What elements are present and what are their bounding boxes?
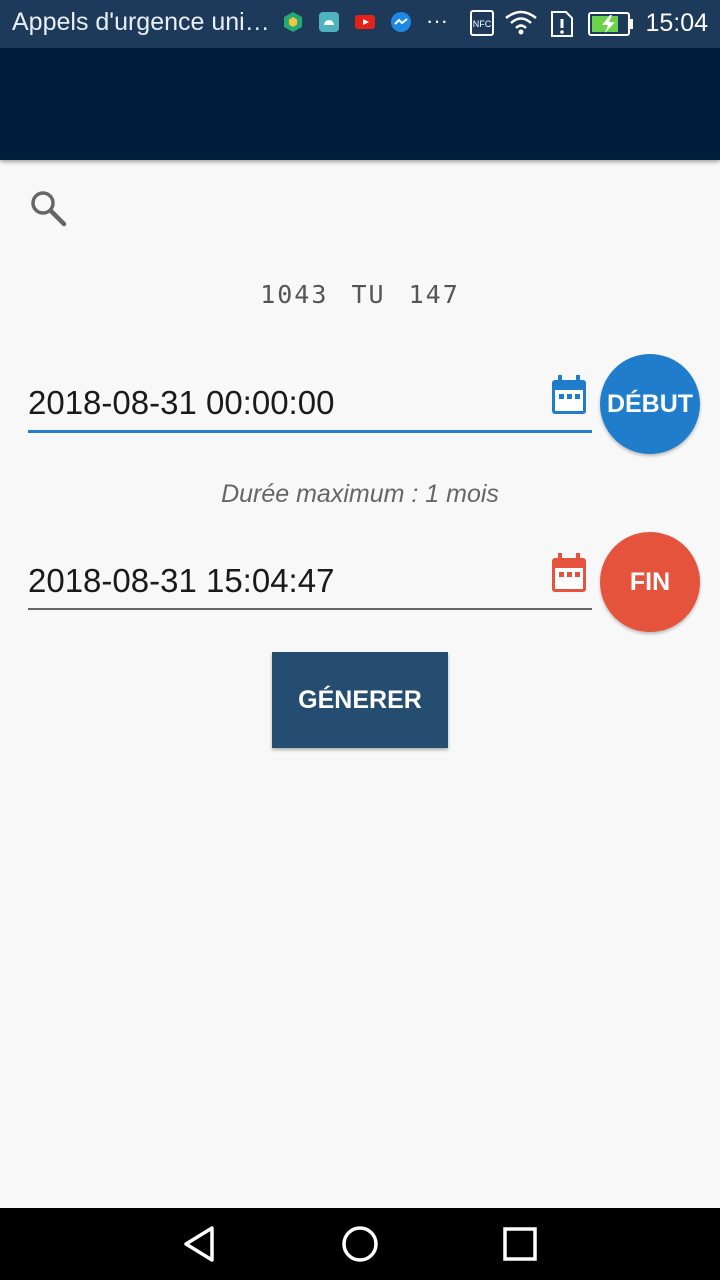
- end-button[interactable]: FIN: [600, 532, 700, 632]
- notification-title: Appels d'urgence uni…: [12, 8, 270, 36]
- back-icon[interactable]: [180, 1224, 220, 1264]
- no-sim-icon: [551, 11, 573, 37]
- status-bar: Appels d'urgence uni… ··· NFC 15:04: [0, 0, 720, 48]
- recents-icon[interactable]: [500, 1224, 540, 1264]
- search-icon[interactable]: [28, 188, 68, 228]
- android-icon: [319, 12, 339, 32]
- vpn-shield-icon: [284, 12, 302, 32]
- app-bar: [0, 48, 720, 160]
- start-date-value[interactable]: 2018-08-31 00:00:00: [28, 384, 334, 422]
- more-notifications-icon: ···: [426, 8, 448, 33]
- home-icon[interactable]: [340, 1224, 380, 1264]
- youtube-icon: [355, 15, 375, 29]
- nfc-icon: NFC: [470, 10, 494, 36]
- calendar-icon[interactable]: [550, 552, 588, 594]
- calendar-icon[interactable]: [550, 374, 588, 416]
- vehicle-plate: 1043 TU 147: [260, 280, 460, 309]
- max-duration-hint: Durée maximum : 1 mois: [221, 480, 499, 508]
- wifi-icon: [505, 10, 537, 35]
- end-date-field[interactable]: 2018-08-31 15:04:47: [28, 553, 592, 610]
- status-clock: 15:04: [645, 9, 708, 37]
- messenger-icon: [391, 12, 411, 32]
- start-date-field[interactable]: 2018-08-31 00:00:00: [28, 375, 592, 433]
- end-date-value[interactable]: 2018-08-31 15:04:47: [28, 562, 334, 600]
- generate-button[interactable]: GÉNERER: [272, 652, 448, 748]
- battery-charging-icon: [588, 12, 633, 36]
- svg-text:NFC: NFC: [473, 19, 492, 29]
- navigation-bar: [0, 1208, 720, 1280]
- start-button[interactable]: DÉBUT: [600, 354, 700, 454]
